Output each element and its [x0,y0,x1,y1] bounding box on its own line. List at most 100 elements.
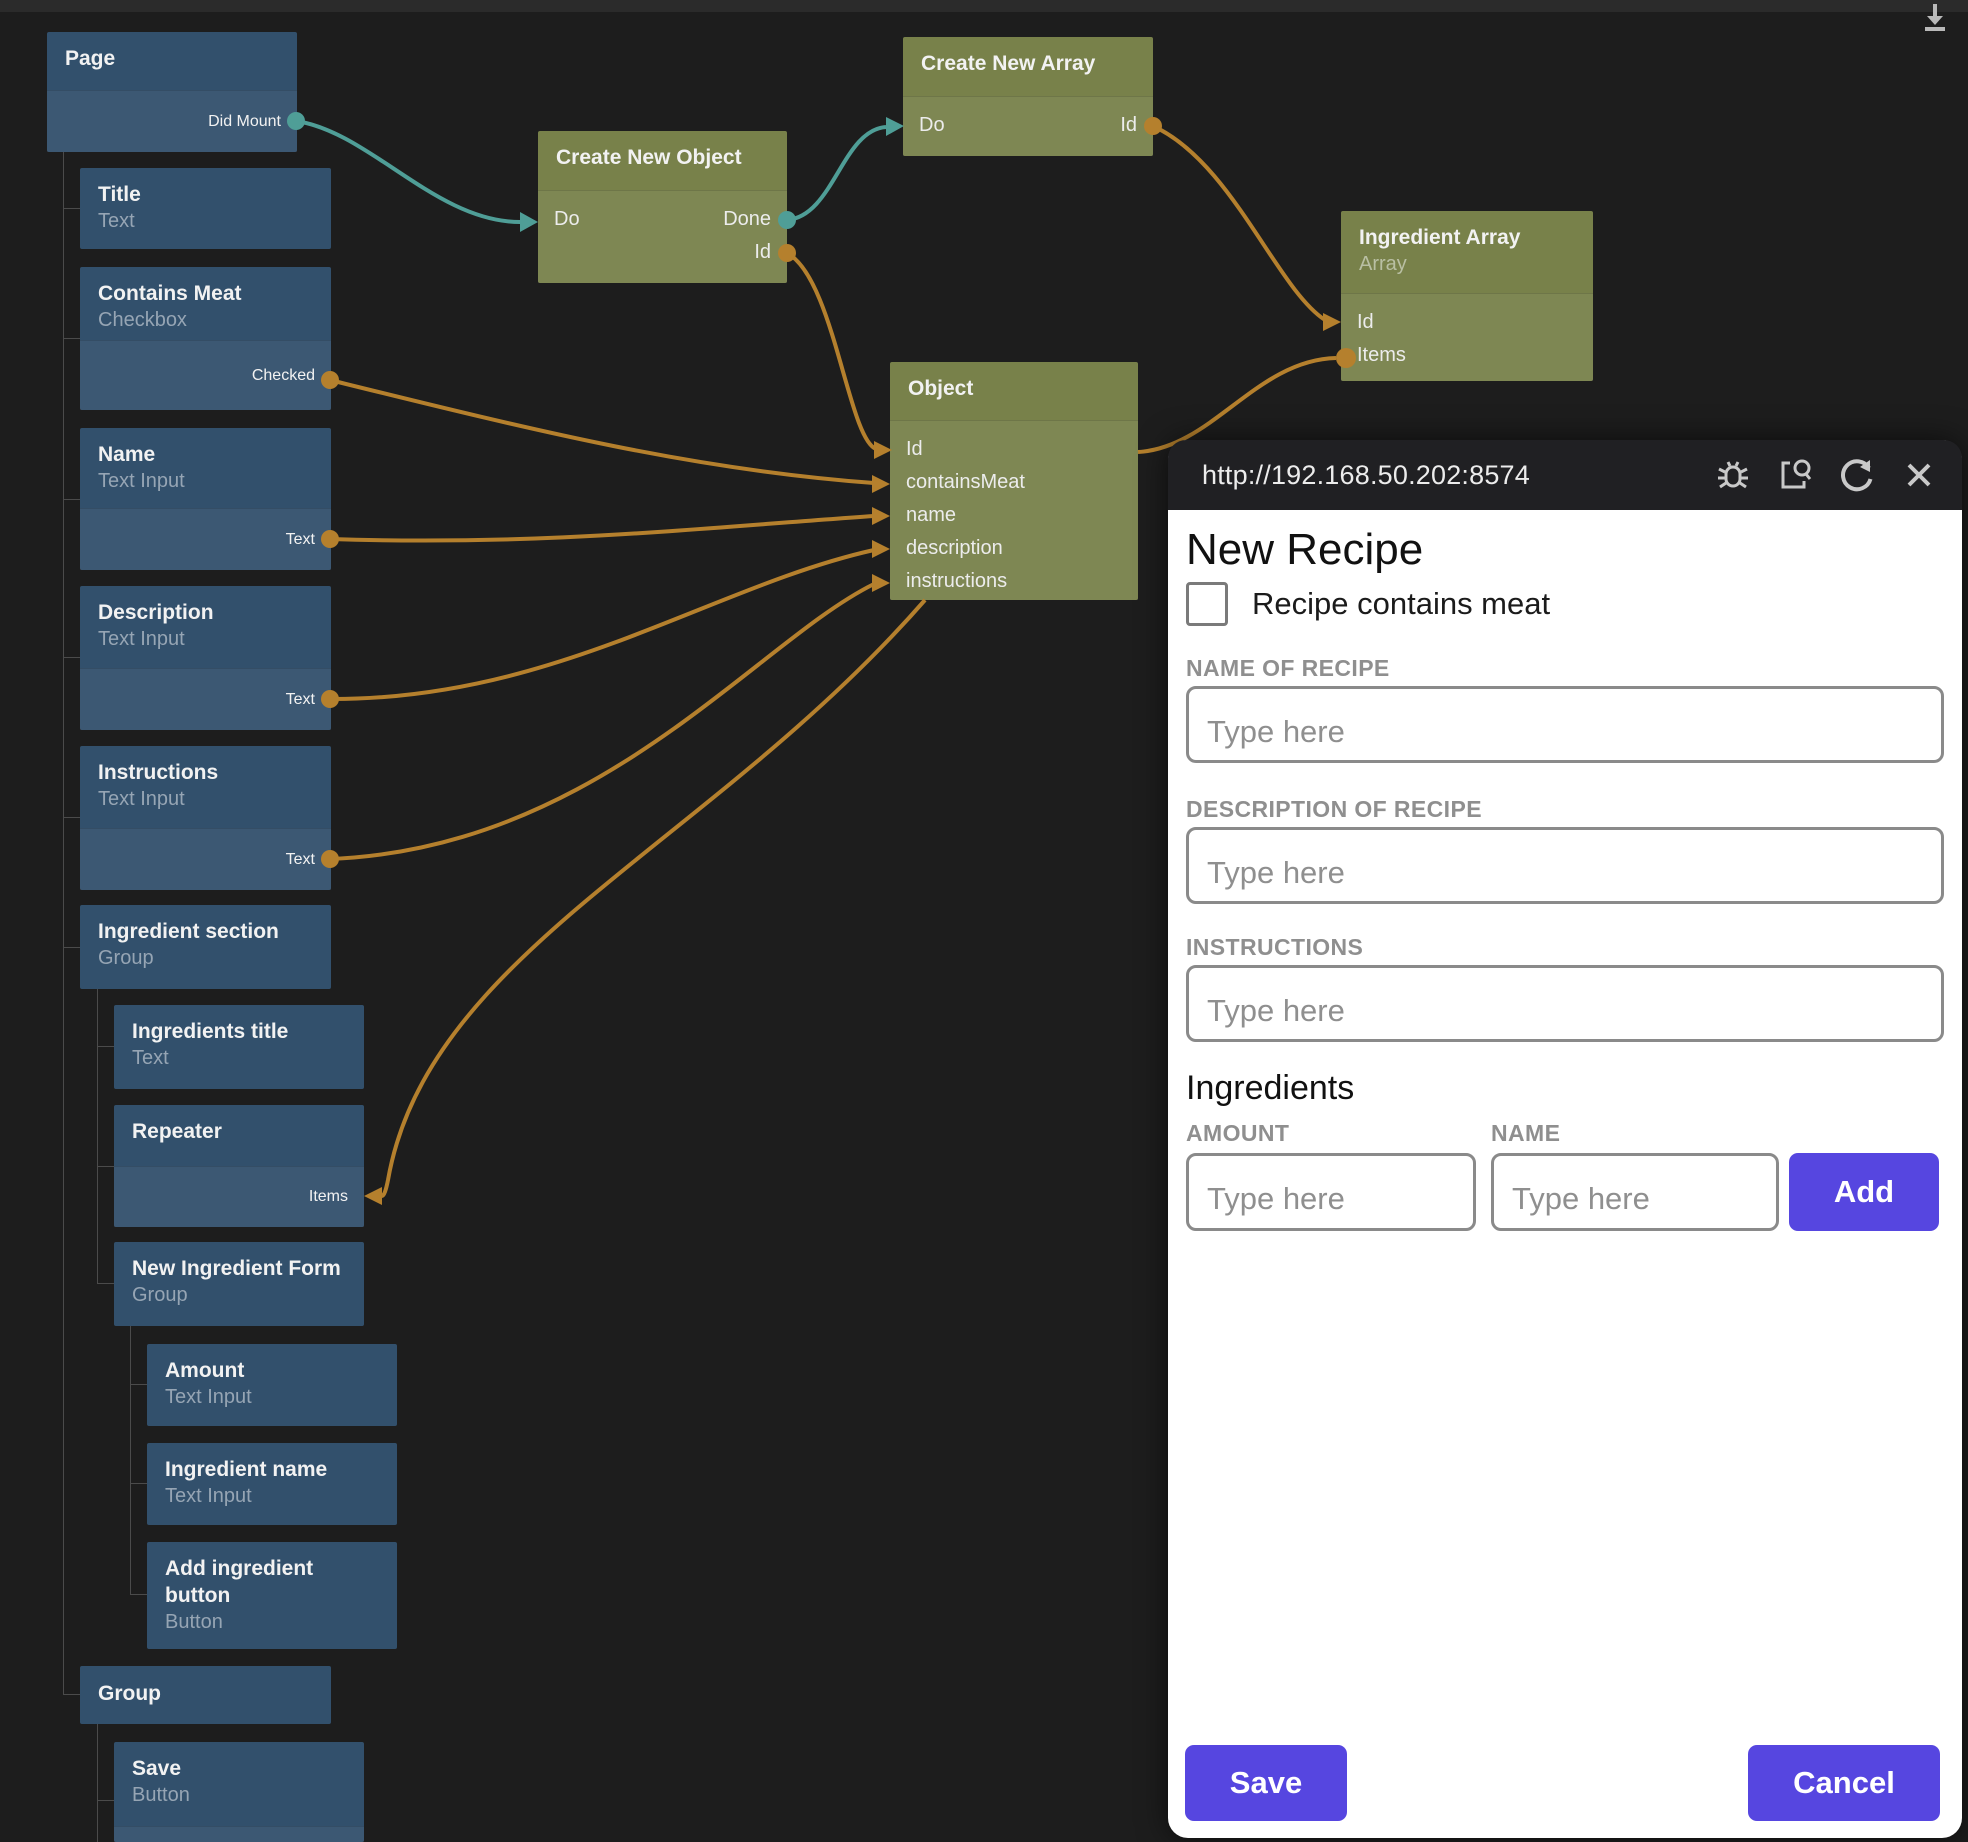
tree-guide [63,817,80,818]
node-title: Save [132,1755,346,1782]
node-title-text[interactable]: Title Text [80,168,331,249]
port-done[interactable]: Done [723,208,771,231]
port-do[interactable]: Do [919,114,945,137]
browser-toolbar: http://192.168.50.202:8574 [1168,440,1962,510]
port-id[interactable]: Id [1357,311,1374,334]
arrowhead [886,117,904,136]
save-button[interactable]: Save [1185,1745,1347,1821]
node-title: Contains Meat [98,280,313,307]
port-do[interactable]: Do [554,208,580,231]
field-label-description: DESCRIPTION OF RECIPE [1186,796,1944,823]
tree-guide [63,947,80,948]
node-ingredients-title[interactable]: Ingredients title Text [114,1005,364,1089]
node-ingredient-name-input[interactable]: Ingredient name Text Input [147,1443,397,1525]
recipe-name-input[interactable] [1186,686,1944,763]
arrowhead [872,507,890,525]
port-checked[interactable]: Checked [252,367,315,385]
port-text[interactable]: Text [286,851,315,869]
node-title: Add ingredient button [165,1555,379,1609]
arrowhead [872,574,890,592]
tree-guide [97,1283,114,1284]
node-subtitle: Text Input [165,1384,379,1410]
node-add-ingredient-button[interactable]: Add ingredient button Button [147,1542,397,1649]
node-port-section: Text [80,508,331,570]
node-contains-meat[interactable]: Contains Meat Checkbox Checked [80,267,331,410]
arrowhead [520,212,538,232]
connection-id-to-object-id[interactable] [787,253,876,449]
port-id[interactable]: Id [754,241,771,264]
node-title: New Ingredient Form [132,1255,346,1282]
node-subtitle: Text [132,1045,346,1071]
port-text[interactable]: Text [286,691,315,709]
node-editor-canvas: Page Did Mount Title Text Contains Meat … [0,0,1968,1842]
connection-instructions-text-to-instructions[interactable] [330,584,874,859]
node-title: Description [98,599,313,626]
connection-description-text-to-description[interactable] [330,550,874,699]
ingredient-name-input[interactable] [1491,1153,1779,1231]
name-label: NAME [1491,1120,1560,1147]
node-title: Page [65,45,279,72]
connection-arrayid-to-ingredientarray-id[interactable] [1153,126,1325,320]
tree-guide [63,657,80,658]
port-contains-meat[interactable]: containsMeat [906,471,1025,494]
node-save-button[interactable]: Save Button [114,1742,364,1842]
node-create-new-array[interactable]: Create New Array Do Id [903,37,1153,156]
url-field[interactable]: http://192.168.50.202:8574 [1202,460,1714,491]
node-amount-input[interactable]: Amount Text Input [147,1344,397,1426]
node-title: Ingredient name [165,1456,379,1483]
port-id[interactable]: Id [906,438,923,461]
port-id[interactable]: Id [1120,114,1137,137]
node-group[interactable]: Group [80,1666,331,1724]
node-repeater[interactable]: Repeater Items [114,1105,364,1227]
port-instructions[interactable]: instructions [906,570,1007,593]
node-title: Amount [165,1357,379,1384]
preview-page: New Recipe Recipe contains meat NAME OF … [1168,510,1962,1838]
port-items[interactable]: Items [1357,344,1406,367]
node-port-section: Items [114,1166,364,1227]
connection-done-to-do[interactable] [787,127,886,220]
node-title: Ingredients title [132,1018,346,1045]
node-ingredient-array[interactable]: Ingredient Array Array Id Items [1341,211,1593,381]
port-name[interactable]: name [906,504,956,527]
node-port-section: Text [80,668,331,730]
add-ingredient-button[interactable]: Add [1789,1153,1939,1231]
refresh-icon[interactable] [1838,456,1876,494]
port-description[interactable]: description [906,537,1003,560]
node-ingredient-section[interactable]: Ingredient section Group [80,905,331,989]
node-subtitle: Text [98,208,313,234]
node-instructions-input[interactable]: Instructions Text Input Text [80,746,331,890]
node-port-section [114,1826,364,1842]
recipe-instructions-input[interactable] [1186,965,1944,1042]
port-items[interactable]: Items [309,1188,348,1206]
node-subtitle: Group [132,1282,346,1308]
inspect-icon[interactable] [1776,456,1814,494]
bug-icon[interactable] [1714,456,1752,494]
arrowhead [872,475,890,493]
tree-guide [63,1694,80,1695]
node-page[interactable]: Page Did Mount [47,32,297,152]
node-title: Ingredient section [98,918,313,945]
top-toolbar-strip [0,0,1968,12]
node-object[interactable]: Object Id containsMeat name description … [890,362,1138,600]
download-icon[interactable] [1920,2,1950,37]
port-did-mount[interactable]: Did Mount [208,113,281,131]
node-name-input[interactable]: Name Text Input Text [80,428,331,570]
ingredient-amount-input[interactable] [1186,1153,1476,1231]
close-icon[interactable] [1900,456,1938,494]
node-new-ingredient-form[interactable]: New Ingredient Form Group [114,1242,364,1326]
connection-object-to-ingredientarray-items[interactable] [1138,358,1336,452]
tree-guide [63,499,80,500]
connection-checked-to-containsmeat[interactable] [330,380,874,483]
cancel-button[interactable]: Cancel [1748,1745,1940,1821]
tree-guide [97,1724,98,1842]
connection-name-text-to-name[interactable] [330,516,874,541]
port-text[interactable]: Text [286,531,315,549]
connection-object-to-repeater-items[interactable] [382,600,925,1196]
node-title: Name [98,441,313,468]
node-create-new-object[interactable]: Create New Object Do Done Id [538,131,787,283]
recipe-description-input[interactable] [1186,827,1944,904]
node-description-input[interactable]: Description Text Input Text [80,586,331,730]
tree-guide [97,1800,114,1801]
meat-checkbox[interactable] [1186,582,1228,626]
ingredients-heading: Ingredients [1186,1067,1944,1109]
